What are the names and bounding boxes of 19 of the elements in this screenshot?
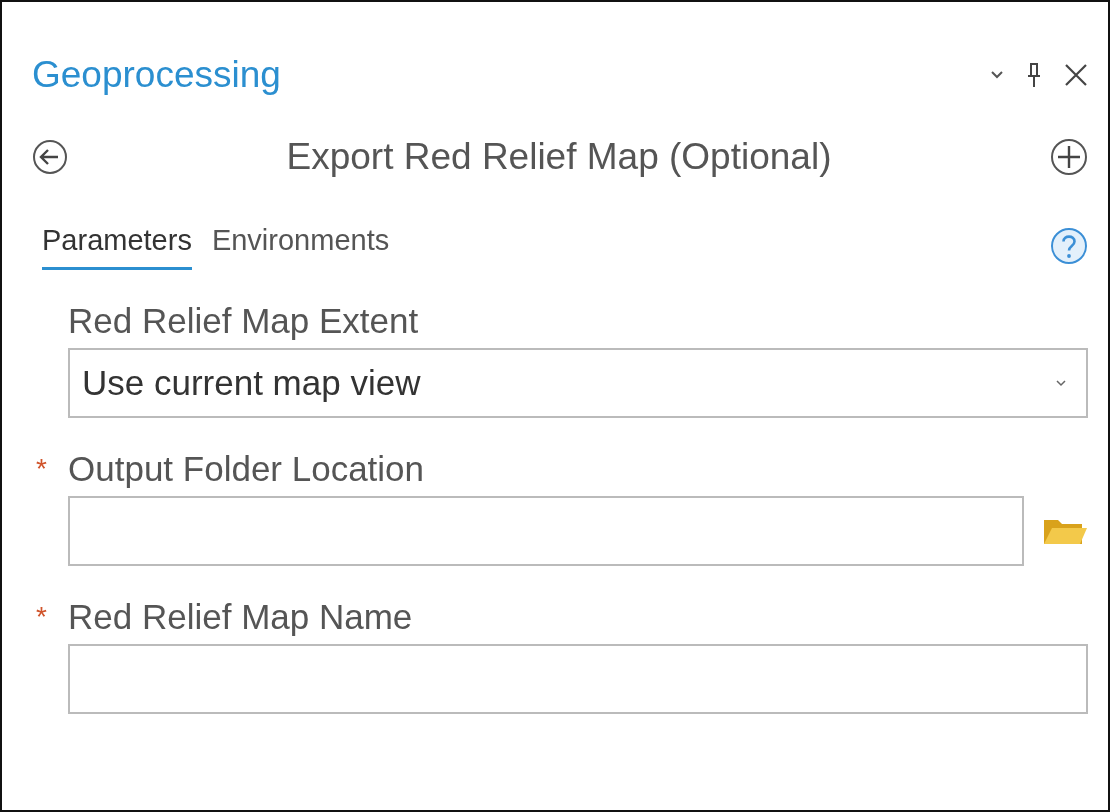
dropdown-field[interactable]: Use current map view — [68, 348, 1088, 418]
help-icon[interactable] — [1050, 227, 1088, 265]
chevron-down-icon[interactable] — [990, 70, 1004, 80]
back-icon[interactable] — [32, 139, 68, 175]
panel-title: Geoprocessing — [32, 54, 281, 96]
tab[interactable]: Environments — [211, 224, 390, 270]
close-icon[interactable] — [1064, 63, 1088, 87]
input-field[interactable] — [68, 644, 1088, 714]
parameter-label: Red Relief Map Extent — [68, 301, 419, 341]
caret-icon — [1056, 379, 1066, 387]
required-marker: * — [35, 453, 48, 485]
add-icon[interactable] — [1050, 138, 1088, 176]
required-marker: * — [35, 601, 48, 633]
parameter-label: Red Relief Map Name — [68, 597, 413, 637]
tab[interactable]: Parameters — [42, 224, 192, 270]
parameter-label: Output Folder Location — [68, 449, 425, 489]
pin-icon[interactable] — [1026, 62, 1042, 88]
input-field[interactable] — [68, 496, 1024, 566]
tool-title: Export Red Relief Map (Optional) — [285, 136, 833, 178]
